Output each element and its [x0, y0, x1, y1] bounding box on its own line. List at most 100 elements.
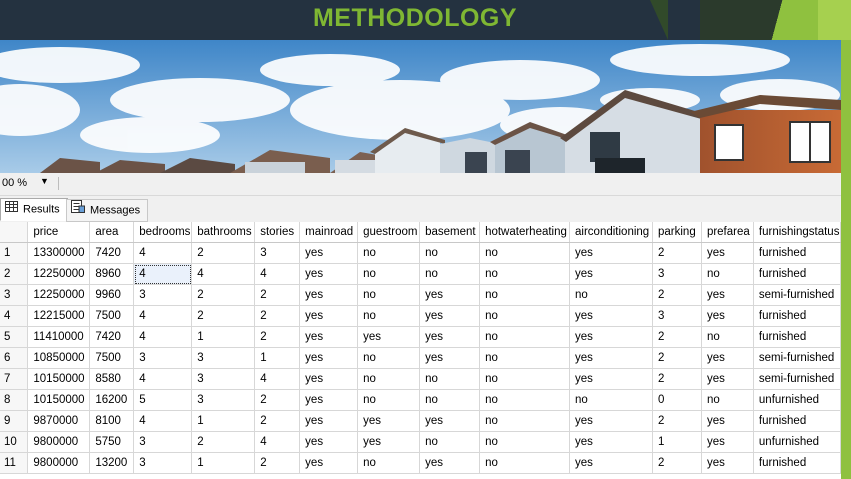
row-number[interactable]: 9 [0, 410, 29, 432]
table-row[interactable]: 10 9800000 5750 3 2 4 yes yes no no yes 1 yes unfurni… [0, 431, 841, 453]
cell-bedrooms[interactable]: 4 [133, 368, 193, 390]
cell-area[interactable]: 5750 [89, 431, 135, 453]
cell-price[interactable]: 9870000 [27, 410, 91, 432]
cell-furnishingstatus[interactable]: semi-furnished [753, 284, 841, 306]
results-grid[interactable]: price area bedrooms bathrooms stories mainroa… [0, 222, 841, 479]
cell-bathrooms[interactable]: 4 [191, 263, 256, 285]
cell-area[interactable]: 9960 [89, 284, 135, 306]
cell-area[interactable]: 8580 [89, 368, 135, 390]
cell-bathrooms[interactable]: 3 [191, 368, 256, 390]
cell-parking[interactable]: 2 [652, 347, 702, 369]
cell-area[interactable]: 13200 [89, 452, 135, 474]
cell-bathrooms[interactable]: 3 [191, 347, 256, 369]
cell-mainroad[interactable]: yes [299, 263, 359, 285]
column-header-bathrooms[interactable]: bathrooms [191, 222, 256, 243]
cell-area[interactable]: 7500 [89, 305, 135, 327]
cell-basement[interactable]: yes [419, 347, 481, 369]
cell-mainroad[interactable]: yes [299, 389, 359, 411]
cell-bedrooms[interactable]: 4 [133, 326, 193, 348]
column-header-prefarea[interactable]: prefarea [701, 222, 754, 243]
cell-airconditioning[interactable]: no [569, 389, 653, 411]
cell-bedrooms[interactable]: 3 [133, 347, 193, 369]
table-row[interactable]: 1 13300000 7420 4 2 3 yes no no no yes 2 yes furnishe… [0, 242, 841, 264]
cell-bathrooms[interactable]: 1 [191, 326, 256, 348]
cell-bathrooms[interactable]: 2 [191, 431, 256, 453]
cell-furnishingstatus[interactable]: furnished [753, 242, 841, 264]
cell-bedrooms[interactable]: 4 [133, 410, 193, 432]
cell-stories[interactable]: 2 [254, 284, 301, 306]
cell-mainroad[interactable]: yes [299, 347, 359, 369]
cell-bedrooms[interactable]: 3 [133, 452, 193, 474]
zoom-level[interactable]: 00 % [2, 177, 27, 189]
cell-furnishingstatus[interactable]: unfurnished [753, 431, 841, 453]
cell-parking[interactable]: 3 [652, 263, 702, 285]
cell-stories[interactable]: 2 [254, 326, 301, 348]
column-header-area[interactable]: area [89, 222, 135, 243]
cell-bedrooms[interactable]: 3 [133, 284, 193, 306]
cell-basement[interactable]: yes [419, 452, 481, 474]
cell-airconditioning[interactable]: yes [569, 347, 653, 369]
cell-price[interactable]: 13300000 [27, 242, 91, 264]
cell-prefarea[interactable]: no [701, 326, 754, 348]
cell-area[interactable]: 8960 [89, 263, 135, 285]
table-row[interactable]: 9 9870000 8100 4 1 2 yes yes yes no yes 2 yes furnish… [0, 410, 841, 432]
cell-furnishingstatus[interactable]: furnished [753, 305, 841, 327]
cell-mainroad[interactable]: yes [299, 284, 359, 306]
cell-price[interactable]: 11410000 [27, 326, 91, 348]
tab-messages[interactable]: Messages [66, 199, 148, 222]
table-row[interactable]: 7 10150000 8580 4 3 4 yes no no no yes 2 yes semi-fur… [0, 368, 841, 390]
cell-guestroom[interactable]: no [357, 368, 421, 390]
cell-hotwaterheating[interactable]: no [479, 389, 571, 411]
row-number[interactable]: 1 [0, 242, 29, 264]
table-row[interactable]: 11 9800000 13200 3 1 2 yes no yes no yes 2 yes furnis… [0, 452, 841, 474]
cell-price[interactable]: 12250000 [27, 263, 91, 285]
cell-furnishingstatus[interactable]: semi-furnished [753, 368, 841, 390]
cell-parking[interactable]: 1 [652, 431, 702, 453]
chevron-down-icon[interactable]: ▼ [40, 176, 49, 186]
cell-airconditioning[interactable]: yes [569, 326, 653, 348]
cell-mainroad[interactable]: yes [299, 452, 359, 474]
cell-furnishingstatus[interactable]: furnished [753, 263, 841, 285]
tab-results[interactable]: Results [0, 198, 68, 221]
column-header-mainroad[interactable]: mainroad [299, 222, 359, 243]
cell-guestroom[interactable]: yes [357, 431, 421, 453]
cell-guestroom[interactable]: no [357, 242, 421, 264]
cell-prefarea[interactable]: yes [701, 410, 754, 432]
cell-parking[interactable]: 0 [652, 389, 702, 411]
cell-stories[interactable]: 2 [254, 389, 301, 411]
cell-guestroom[interactable]: no [357, 305, 421, 327]
column-header-parking[interactable]: parking [652, 222, 702, 243]
cell-parking[interactable]: 2 [652, 326, 702, 348]
cell-furnishingstatus[interactable]: furnished [753, 410, 841, 432]
cell-mainroad[interactable]: yes [299, 368, 359, 390]
cell-parking[interactable]: 2 [652, 242, 702, 264]
cell-area[interactable]: 7420 [89, 242, 135, 264]
cell-bathrooms[interactable]: 1 [191, 410, 256, 432]
cell-guestroom[interactable]: no [357, 284, 421, 306]
cell-price[interactable]: 9800000 [27, 431, 91, 453]
column-header-price[interactable]: price [27, 222, 91, 243]
cell-parking[interactable]: 2 [652, 284, 702, 306]
cell-airconditioning[interactable]: yes [569, 305, 653, 327]
cell-basement[interactable]: yes [419, 305, 481, 327]
column-header-guestroom[interactable]: guestroom [357, 222, 421, 243]
cell-stories[interactable]: 3 [254, 242, 301, 264]
cell-prefarea[interactable]: yes [701, 242, 754, 264]
cell-prefarea[interactable]: yes [701, 431, 754, 453]
cell-bathrooms[interactable]: 2 [191, 305, 256, 327]
cell-furnishingstatus[interactable]: unfurnished [753, 389, 841, 411]
cell-airconditioning[interactable]: yes [569, 452, 653, 474]
cell-airconditioning[interactable]: yes [569, 431, 653, 453]
table-row[interactable]: 2 12250000 8960 4 4 4 yes no no no yes 3 no furnished [0, 263, 841, 285]
row-number[interactable]: 8 [0, 389, 29, 411]
cell-airconditioning[interactable]: yes [569, 242, 653, 264]
cell-hotwaterheating[interactable]: no [479, 368, 571, 390]
cell-hotwaterheating[interactable]: no [479, 431, 571, 453]
cell-area[interactable]: 16200 [89, 389, 135, 411]
cell-stories[interactable]: 2 [254, 410, 301, 432]
cell-parking[interactable]: 2 [652, 410, 702, 432]
cell-mainroad[interactable]: yes [299, 305, 359, 327]
cell-mainroad[interactable]: yes [299, 431, 359, 453]
cell-bedrooms[interactable]: 3 [133, 431, 193, 453]
column-header-hotwaterheating[interactable]: hotwaterheating [479, 222, 571, 243]
